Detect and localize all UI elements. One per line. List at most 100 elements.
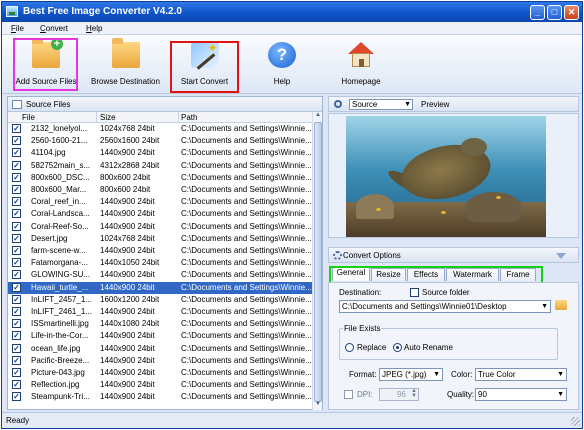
file-checkbox[interactable]: ✓	[12, 294, 21, 304]
file-checkbox[interactable]: ✓	[12, 307, 21, 316]
menu-file[interactable]: File	[11, 24, 24, 33]
file-row[interactable]: ✓ 2132_lonelyol... 1024x768 24bit C:\Docume…	[8, 123, 312, 135]
minimize-button[interactable]: _	[530, 5, 545, 20]
file-row[interactable]: ✓ 2560-1600-21... 2560x1600 24bit C:\Docume…	[8, 135, 312, 147]
file-checkbox[interactable]: ✓	[12, 233, 21, 243]
file-row[interactable]: ✓ 800x600_Mar... 800x600 24bit C:\Documents…	[8, 184, 312, 196]
homepage-button[interactable]: Homepage	[334, 38, 388, 91]
file-checkbox[interactable]: ✓	[12, 392, 21, 402]
file-path: C:\Documents and Settings\Winnie...	[181, 282, 312, 292]
file-checkbox[interactable]: ✓	[12, 343, 21, 353]
file-name: InLIFT_2457_1...	[31, 294, 92, 304]
file-checkbox[interactable]: ✓	[12, 197, 21, 207]
file-checkbox[interactable]: ✓	[12, 185, 21, 194]
file-row[interactable]: ✓ Coral_reef_in... 1440x900 24bit C:\Docume…	[8, 196, 312, 208]
file-name: Coral_reef_in...	[31, 197, 86, 207]
file-row[interactable]: ✓ InLIFT_2457_1... 1600x1200 24bit C:\Docum…	[8, 294, 312, 306]
file-row[interactable]: ✓ GLOWING-SU... 1440x900 24bit C:\Documents…	[8, 269, 312, 281]
file-checkbox[interactable]: ✓	[12, 136, 21, 146]
replace-radio[interactable]	[345, 343, 354, 352]
file-row[interactable]: ✓ 582752main_s... 4312x2868 24bit C:\Docume…	[8, 160, 312, 172]
file-row[interactable]: ✓ 41104.jpg 1440x900 24bit C:\Documents and…	[8, 147, 312, 159]
file-row[interactable]: ✓ Steampunk-Tri... 1440x900 24bit C:\Docume…	[8, 391, 312, 403]
file-path: C:\Documents and Settings\Winnie...	[181, 294, 312, 304]
file-checkbox[interactable]: ✓	[12, 258, 21, 268]
file-checkbox[interactable]: ✓	[12, 221, 21, 231]
file-row[interactable]: ✓ Life-in-the-Cor... 1440x900 24bit C:\Docu…	[8, 330, 312, 342]
file-name: Fatamorgana-...	[31, 258, 88, 268]
convert-options-header[interactable]: Convert Options	[328, 247, 579, 263]
file-checkbox[interactable]: ✓	[12, 319, 21, 329]
file-row[interactable]: ✓ ISSmartinelli.jpg 1440x1080 24bit C:\Docu…	[8, 318, 312, 330]
quality-label: Quality:	[447, 390, 475, 399]
browse-folder-icon[interactable]	[555, 300, 567, 310]
file-size: 1440x900 24bit	[100, 331, 155, 341]
menu-convert[interactable]: Convert	[40, 24, 68, 33]
scrollbar-thumb[interactable]	[314, 122, 322, 402]
file-row[interactable]: ✓ Coral-Landsca... 1440x900 24bit C:\Docume…	[8, 208, 312, 220]
file-path: C:\Documents and Settings\Winnie...	[181, 246, 312, 255]
menu-help[interactable]: Help	[86, 24, 102, 33]
source-folder-checkbox[interactable]	[410, 288, 419, 297]
dpi-spinner[interactable]: 96 ▲ ▼	[379, 388, 419, 401]
destination-select[interactable]: C:\Documents and Settings\Winnie01\Deskt…	[339, 300, 551, 313]
source-files-header: Source Files	[8, 97, 322, 112]
preview-label: Preview	[421, 100, 450, 109]
file-row[interactable]: ✓ Picture-043.jpg 1440x900 24bit C:\Documen…	[8, 367, 312, 379]
file-size: 1440x900 24bit	[100, 270, 155, 280]
title-bar[interactable]: Best Free Image Converter V4.2.0 _ □ ✕	[2, 2, 582, 22]
file-path: C:\Documents and Settings\Winnie...	[181, 319, 312, 329]
file-checkbox[interactable]: ✓	[12, 380, 21, 390]
file-row[interactable]: ✓ Reflection.jpg 1440x900 24bit C:\Document…	[8, 379, 312, 391]
maximize-button[interactable]: □	[547, 5, 562, 20]
file-row[interactable]: ✓ Coral-Reef-So... 1440x900 24bit C:\Docume…	[8, 221, 312, 233]
options-tabs: General Resize Effects Watermark Frame	[328, 263, 579, 285]
column-file[interactable]: File	[22, 113, 35, 122]
file-checkbox[interactable]: ✓	[12, 355, 21, 365]
color-label: Color:	[451, 370, 473, 379]
resize-grip[interactable]	[571, 417, 580, 426]
file-checkbox[interactable]: ✓	[12, 246, 21, 255]
list-icon	[12, 100, 22, 109]
file-row[interactable]: ✓ Desert.jpg 1024x768 24bit C:\Documents an…	[8, 233, 312, 245]
file-checkbox[interactable]: ✓	[12, 209, 21, 219]
file-path: C:\Documents and Settings\Winnie...	[181, 380, 312, 390]
format-select[interactable]: JPEG (*.jpg) ▼	[379, 368, 443, 381]
file-checkbox[interactable]: ✓	[12, 282, 21, 292]
file-name: ocean_life.jpg	[31, 343, 81, 353]
file-checkbox[interactable]: ✓	[12, 331, 21, 341]
close-button[interactable]: ✕	[564, 5, 579, 20]
file-checkbox[interactable]: ✓	[12, 368, 21, 377]
column-path[interactable]: Path	[181, 113, 197, 122]
file-list-scrollbar[interactable]: ▲ ▼	[312, 112, 322, 410]
browse-destination-button[interactable]: Browse Destination	[89, 38, 162, 91]
file-path: C:\Documents and Settings\Winnie...	[181, 343, 312, 353]
source-files-panel: Source Files File Size Path ✓ 2132_lonely…	[7, 96, 323, 410]
help-button[interactable]: ? Help	[260, 38, 304, 91]
dpi-checkbox[interactable]	[344, 390, 353, 399]
file-exists-label: File Exists	[343, 324, 382, 333]
file-path: C:\Documents and Settings\Winnie...	[181, 270, 312, 280]
file-checkbox[interactable]: ✓	[12, 124, 21, 133]
file-row[interactable]: ✓ Pacific-Breeze... 1440x900 24bit C:\Docum…	[8, 355, 312, 367]
source-folder-label: Source folder	[422, 288, 470, 297]
file-checkbox[interactable]: ✓	[12, 160, 21, 170]
quality-select[interactable]: 90 ▼	[475, 388, 567, 401]
file-row[interactable]: ✓ Fatamorgana-... 1440x1050 24bit C:\Docume…	[8, 257, 312, 269]
file-name: InLIFT_2461_1...	[31, 307, 92, 316]
replace-label: Replace	[357, 343, 387, 352]
file-checkbox[interactable]: ✓	[12, 172, 21, 182]
auto-rename-radio[interactable]	[393, 343, 402, 352]
file-checkbox[interactable]: ✓	[12, 270, 21, 280]
file-checkbox[interactable]: ✓	[12, 148, 21, 158]
file-row[interactable]: ✓ farm-scene-w... 1440x900 24bit C:\Documen…	[8, 245, 312, 257]
column-size[interactable]: Size	[100, 113, 116, 122]
file-row[interactable]: ✓ Hawaii_turtle_... 1440x900 24bit C:\Docum…	[8, 281, 312, 294]
file-row[interactable]: ✓ ocean_life.jpg 1440x900 24bit C:\Document…	[8, 343, 312, 355]
collapse-icon[interactable]	[556, 253, 566, 259]
color-select[interactable]: True Color ▼	[475, 368, 567, 381]
file-row[interactable]: ✓ 800x600_DSC... 800x600 24bit C:\Documents…	[8, 172, 312, 184]
file-path: C:\Documents and Settings\Winnie...	[181, 209, 312, 219]
preview-source-select[interactable]: Source ▼	[349, 99, 413, 110]
file-row[interactable]: ✓ InLIFT_2461_1... 1440x900 24bit C:\Docume…	[8, 306, 312, 318]
